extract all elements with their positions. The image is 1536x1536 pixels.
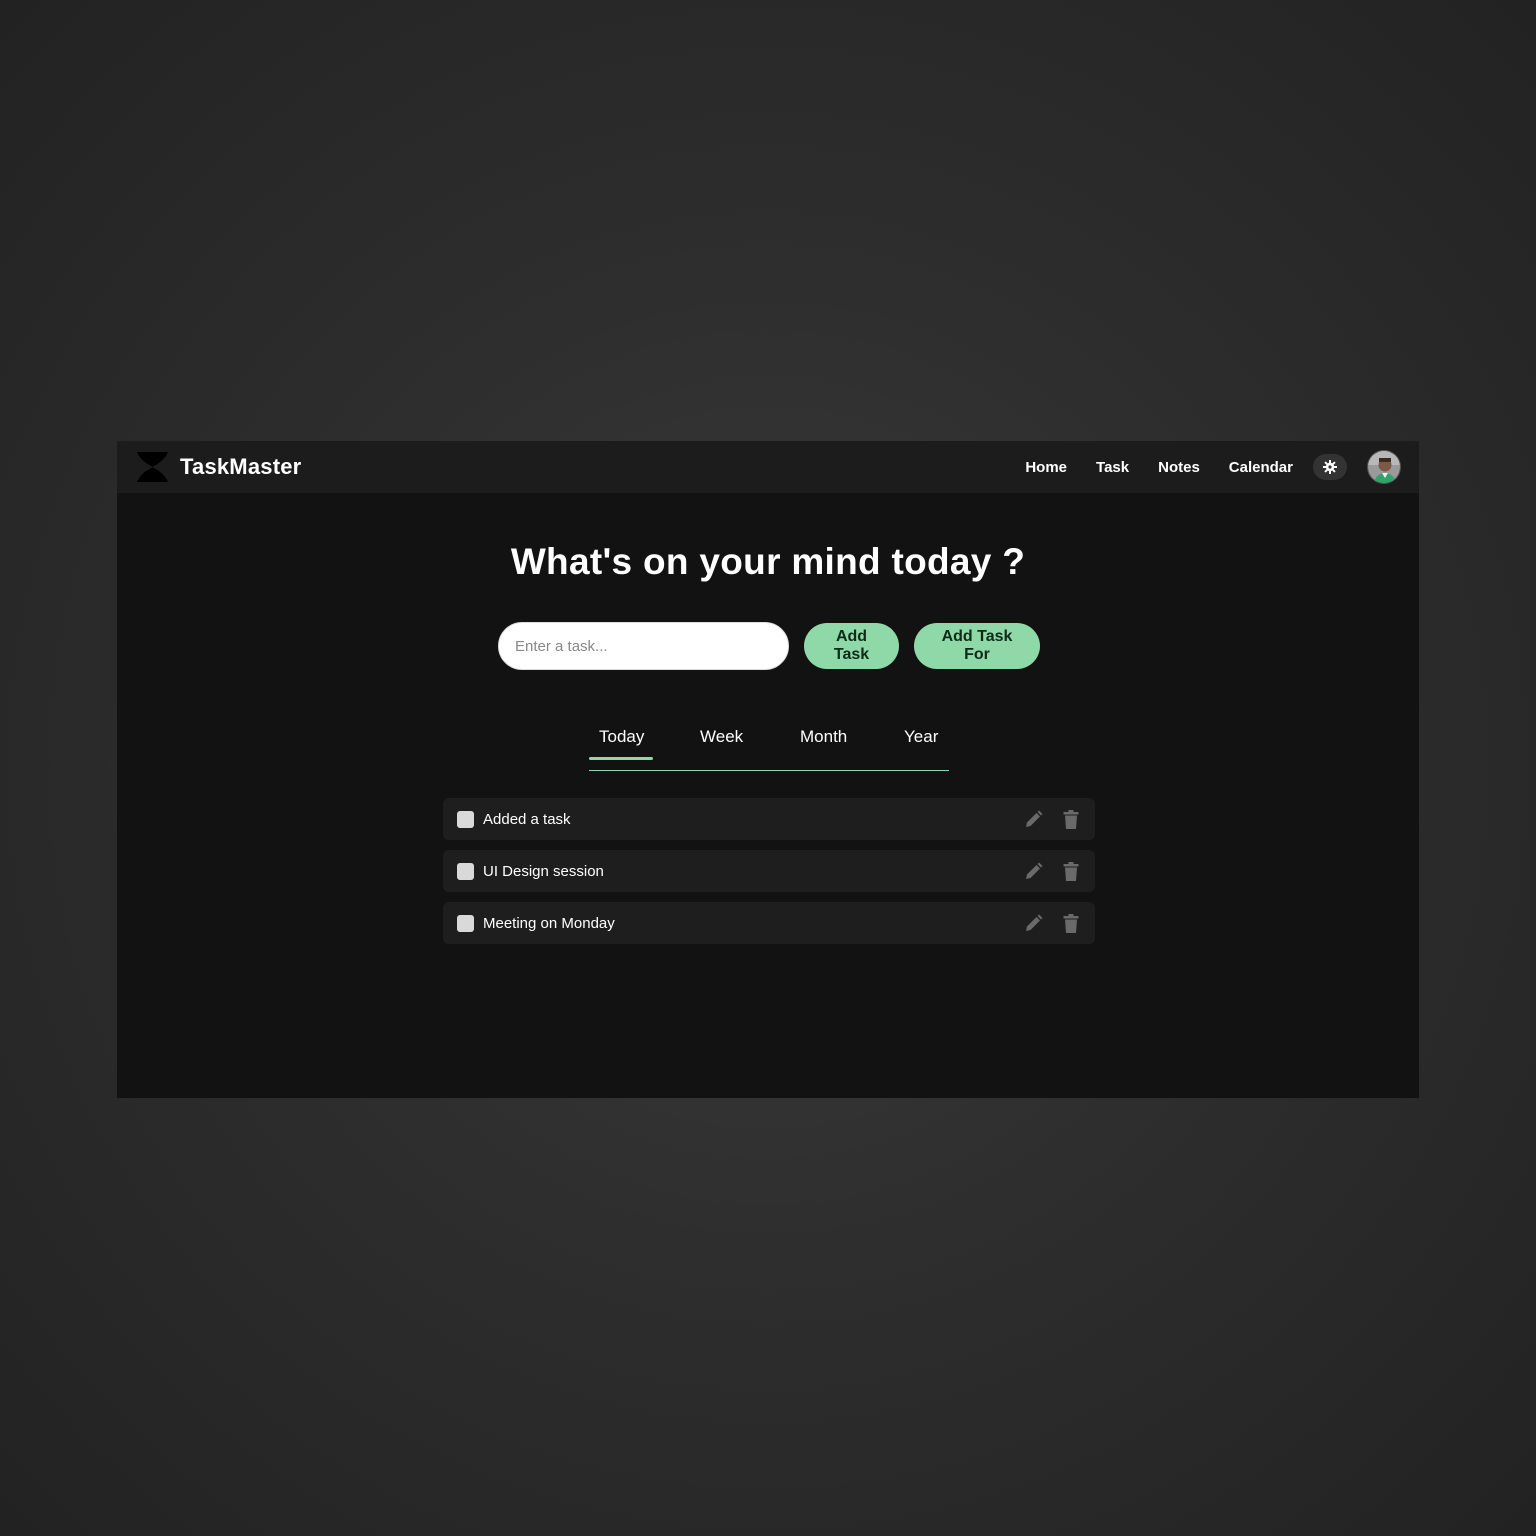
add-task-row: Add Task Add Task For — [498, 622, 1040, 670]
task-checkbox[interactable] — [457, 862, 474, 880]
tab-today[interactable]: Today — [599, 727, 644, 747]
brand[interactable]: TaskMaster — [135, 450, 301, 484]
edit-button[interactable] — [1023, 913, 1043, 933]
active-tab-indicator — [589, 757, 653, 760]
trash-icon — [1063, 809, 1079, 829]
top-navbar: TaskMaster Home Task Notes Calendar — [117, 441, 1419, 493]
nav-link-home[interactable]: Home — [1025, 459, 1067, 476]
task-text: UI Design session — [483, 862, 604, 880]
add-task-for-button[interactable]: Add Task For — [914, 623, 1040, 669]
pencil-icon — [1025, 810, 1042, 827]
tab-week[interactable]: Week — [700, 727, 743, 747]
add-task-button[interactable]: Add Task — [804, 623, 899, 669]
task-item: Added a task — [443, 798, 1095, 840]
app-name: TaskMaster — [180, 454, 302, 479]
tab-month[interactable]: Month — [800, 727, 847, 747]
edit-button[interactable] — [1023, 809, 1043, 829]
task-checkbox[interactable] — [457, 914, 474, 932]
task-item: Meeting on Monday — [443, 902, 1095, 944]
user-avatar-icon — [1368, 451, 1400, 483]
tab-year[interactable]: Year — [904, 727, 938, 747]
task-list: Added a task UI Design session Meeting o… — [443, 798, 1095, 954]
nav-link-notes[interactable]: Notes — [1158, 459, 1200, 476]
theme-toggle-button[interactable] — [1313, 454, 1347, 480]
hourglass-logo-icon — [137, 452, 168, 482]
gear-icon — [1323, 460, 1337, 474]
page-headline: What's on your mind today ? — [510, 541, 1026, 582]
delete-button[interactable] — [1061, 913, 1081, 933]
task-text: Meeting on Monday — [483, 914, 615, 932]
delete-button[interactable] — [1061, 861, 1081, 881]
pencil-icon — [1025, 862, 1042, 879]
task-item: UI Design session — [443, 850, 1095, 892]
nav-menu: Home Task Notes Calendar — [1025, 450, 1401, 484]
delete-button[interactable] — [1061, 809, 1081, 829]
task-input[interactable] — [498, 622, 789, 670]
user-avatar[interactable] — [1367, 450, 1401, 484]
period-tabs: Today Week Month Year — [589, 721, 949, 771]
nav-link-task[interactable]: Task — [1096, 459, 1129, 476]
trash-icon — [1063, 861, 1079, 881]
pencil-icon — [1025, 914, 1042, 931]
trash-icon — [1063, 913, 1079, 933]
task-text: Added a task — [483, 810, 571, 828]
edit-button[interactable] — [1023, 861, 1043, 881]
task-checkbox[interactable] — [457, 810, 474, 828]
nav-link-calendar[interactable]: Calendar — [1229, 459, 1293, 476]
app-window: TaskMaster Home Task Notes Calendar What… — [117, 441, 1419, 1098]
